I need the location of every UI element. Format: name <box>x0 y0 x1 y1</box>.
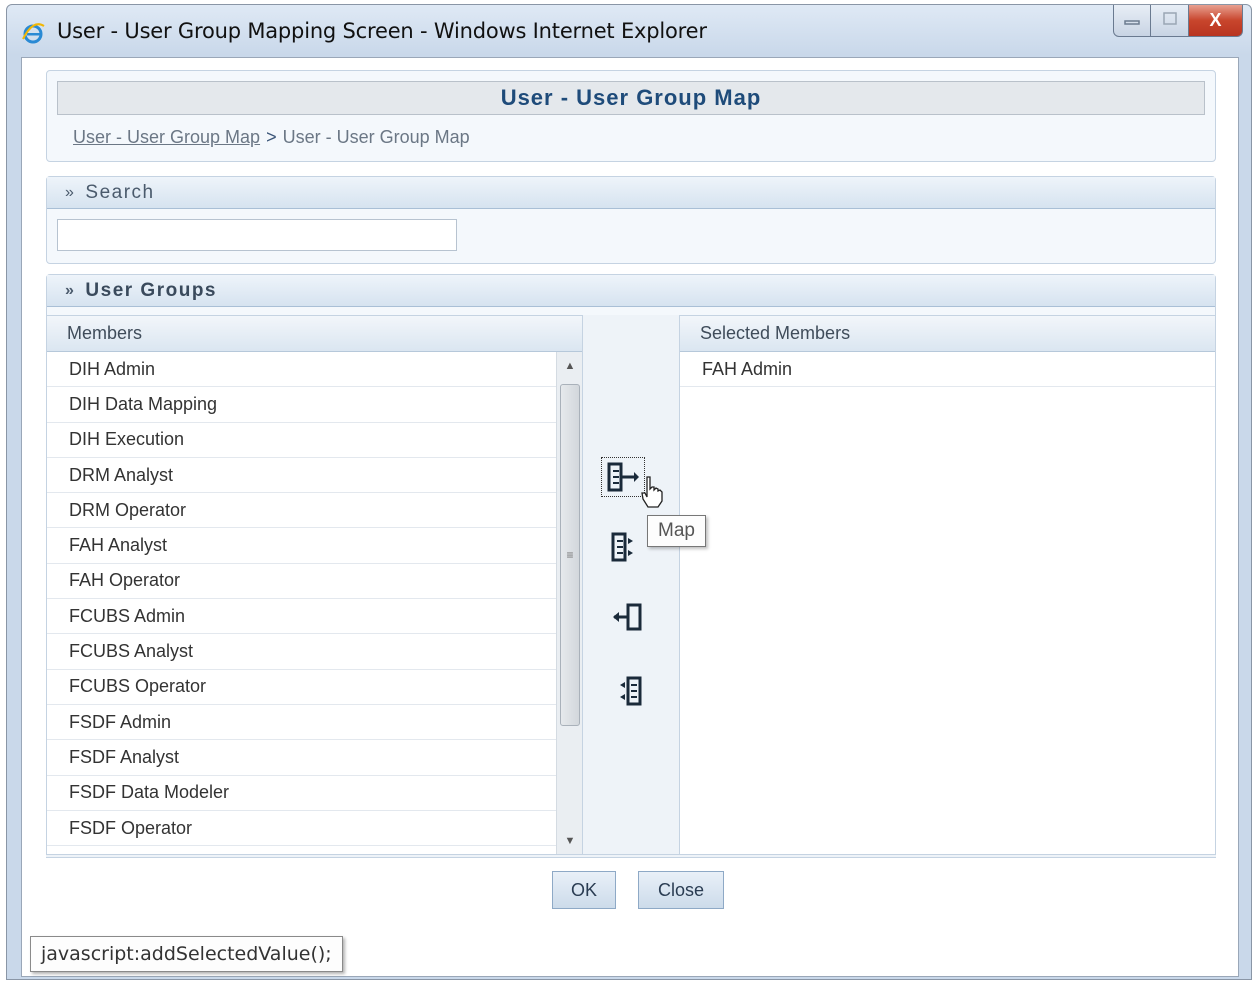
internet-explorer-icon <box>22 23 45 44</box>
selected-members-rows: FAH Admin <box>680 352 1215 388</box>
member-list-item[interactable]: DRM Analyst <box>47 458 556 494</box>
close-window-button[interactable]: X <box>1189 5 1243 37</box>
window-controls: X <box>1113 5 1243 37</box>
member-list-item[interactable]: FCUBS Admin <box>47 599 556 635</box>
member-list-item[interactable]: DIH Execution <box>47 423 556 458</box>
window-title: User - User Group Mapping Screen - Windo… <box>57 19 707 43</box>
hand-cursor-icon <box>641 476 663 508</box>
map-all-icon <box>611 532 633 562</box>
page-title: User - User Group Map <box>500 85 762 110</box>
member-list-item[interactable]: FAH Analyst <box>47 528 556 564</box>
map-all-button[interactable] <box>605 527 649 567</box>
member-list-item[interactable]: FCUBS Operator <box>47 670 556 705</box>
page-title-bar: User - User Group Map <box>57 81 1205 115</box>
scroll-down-arrow-icon[interactable]: ▼ <box>557 827 583 855</box>
user-groups-section-header[interactable]: » User Groups <box>47 275 1215 307</box>
minimize-icon <box>1124 13 1140 29</box>
breadcrumb: User - User Group Map > User - User Group … <box>73 127 470 148</box>
member-list-item[interactable]: FSDF Analyst <box>47 740 556 776</box>
maximize-button[interactable] <box>1151 5 1189 37</box>
map-tooltip: Map <box>647 515 706 547</box>
mapping-buttons-column <box>583 315 679 855</box>
search-section-header[interactable]: » Search <box>47 177 1215 209</box>
member-list-item[interactable]: DIH Data Mapping <box>47 387 556 423</box>
bottom-separator <box>46 854 1216 858</box>
page-content: User - User Group Map User - User Group … <box>21 57 1239 977</box>
map-selected-icon <box>607 462 639 492</box>
close-icon: X <box>1209 10 1222 30</box>
selected-member-list-item[interactable]: FAH Admin <box>680 352 1215 388</box>
member-list-item[interactable]: FSDF Data Modeler <box>47 776 556 811</box>
scroll-thumb[interactable]: ≡ <box>560 384 580 726</box>
member-list-item[interactable]: FAH Operator <box>47 564 556 600</box>
expand-chevron-icon: » <box>65 281 76 299</box>
breadcrumb-current: User - User Group Map <box>282 127 470 147</box>
close-button[interactable]: Close <box>638 871 724 909</box>
members-scrollbar[interactable]: ▲ ≡ ▼ <box>556 352 582 855</box>
breadcrumb-link[interactable]: User - User Group Map <box>73 127 260 147</box>
members-header: Members <box>47 316 582 352</box>
selected-members-list: Selected Members FAH Admin <box>679 315 1215 855</box>
breadcrumb-separator: > <box>266 127 277 147</box>
member-list-item[interactable]: FSDF Admin <box>47 705 556 741</box>
user-groups-section: » User Groups Members DIH Admin DIH Data … <box>46 274 1216 858</box>
ok-button[interactable]: OK <box>552 871 616 909</box>
expand-chevron-icon: » <box>65 183 76 201</box>
scroll-up-arrow-icon[interactable]: ▲ <box>557 352 583 380</box>
status-bar-link: javascript:addSelectedValue(); <box>30 936 343 972</box>
member-list-item[interactable]: DIH Admin <box>47 352 556 388</box>
unmap-all-button[interactable] <box>605 671 649 711</box>
member-list-item[interactable]: DRM Operator <box>47 493 556 529</box>
unmap-selected-icon <box>613 603 642 631</box>
member-list-item[interactable]: FCUBS Analyst <box>47 634 556 670</box>
user-groups-section-label: User Groups <box>85 279 217 301</box>
members-rows: DIH Admin DIH Data Mapping DIH Execution DR… <box>47 352 556 847</box>
selected-members-header: Selected Members <box>680 316 1215 352</box>
header-panel: User - User Group Map User - User Group … <box>46 70 1216 162</box>
members-list: Members DIH Admin DIH Data Mapping DIH Exe… <box>47 315 583 855</box>
minimize-button[interactable] <box>1113 5 1151 37</box>
maximize-icon <box>1162 12 1177 29</box>
member-list-item[interactable]: FSDF Operator <box>47 811 556 847</box>
search-section: » Search <box>46 176 1216 264</box>
browser-window: User - User Group Mapping Screen - Windo… <box>6 4 1252 980</box>
unmap-selected-button[interactable] <box>605 597 649 637</box>
search-section-label: Search <box>85 181 155 203</box>
title-bar: User - User Group Mapping Screen - Windo… <box>7 5 1251 57</box>
search-input[interactable] <box>57 219 457 251</box>
unmap-all-icon <box>620 676 642 706</box>
